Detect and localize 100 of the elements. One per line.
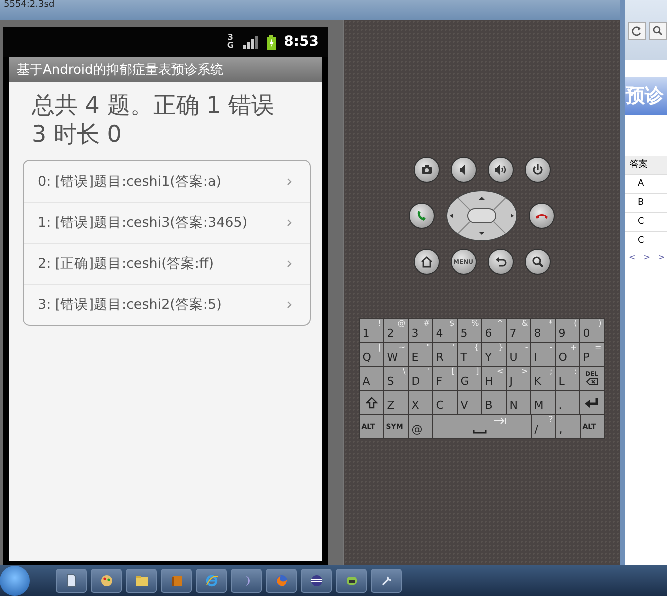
- keyboard-key[interactable]: S \: [384, 367, 408, 390]
- home-button[interactable]: [414, 249, 440, 275]
- taskbar-button[interactable]: [371, 568, 402, 592]
- result-row[interactable]: 2: [正确]题目:ceshi(答案:ff): [24, 243, 310, 284]
- keyboard-key[interactable]: W ~: [384, 343, 408, 366]
- signal-icon: [243, 36, 260, 48]
- keyboard-key[interactable]: C: [433, 391, 457, 414]
- keyboard-key[interactable]: E ": [408, 343, 432, 366]
- chevron-icon: [287, 219, 292, 227]
- house-icon: [420, 255, 434, 269]
- keyboard-key[interactable]: Y }: [482, 343, 506, 366]
- taskbar-button[interactable]: [301, 568, 332, 592]
- keyboard-key[interactable]: D ': [408, 367, 432, 390]
- result-row[interactable]: 0: [错误]题目:ceshi1(答案:a): [24, 161, 310, 202]
- e-logo-icon: [204, 574, 218, 588]
- power-icon: [530, 163, 544, 177]
- taskbar-button[interactable]: [336, 568, 367, 592]
- result-row[interactable]: 3: [错误]题目:ceshi2(答案:5): [24, 284, 310, 325]
- keyboard-key[interactable]: 3 #: [408, 319, 432, 342]
- paint-palette-icon: [100, 574, 114, 588]
- taskbar-button[interactable]: [56, 568, 87, 592]
- clock: 8:53: [284, 34, 319, 50]
- pager-link[interactable]: >: [644, 253, 650, 262]
- keyboard-key[interactable]: ,: [556, 415, 580, 438]
- table-cell: C: [625, 231, 667, 250]
- start-button[interactable]: [0, 566, 30, 596]
- keyboard-key[interactable]: H <: [482, 367, 506, 390]
- keyboard-key[interactable]: G ]: [458, 367, 482, 390]
- search-icon: [653, 26, 663, 36]
- keyboard-key[interactable]: J >: [506, 367, 530, 390]
- result-text: 0: [错误]题目:ceshi1(答案:a): [38, 172, 222, 190]
- document-icon: [64, 574, 78, 588]
- keyboard-key[interactable]: F [: [433, 367, 457, 390]
- keyboard-key[interactable]: 2 @: [384, 319, 408, 342]
- keyboard-key[interactable]: @: [408, 415, 432, 438]
- keyboard-key[interactable]: I -: [531, 343, 555, 366]
- keyboard-key[interactable]: K ;: [531, 367, 555, 390]
- volume-down-button[interactable]: [450, 157, 476, 183]
- chevron-icon: [287, 178, 292, 186]
- keyboard-key[interactable]: 1 !: [360, 319, 384, 342]
- keyboard-key[interactable]: P =: [580, 343, 604, 366]
- window-title: 5554:2.3sd: [4, 0, 55, 11]
- fox-globe-icon: [274, 574, 288, 588]
- end-call-button[interactable]: [529, 203, 555, 229]
- speaker-loud-icon: [494, 163, 508, 177]
- refresh-icon: [632, 26, 642, 36]
- back-button[interactable]: [488, 249, 514, 275]
- search-button[interactable]: [524, 249, 550, 275]
- keyboard-key[interactable]: O +: [556, 343, 580, 366]
- keyboard-key[interactable]: L :: [556, 367, 580, 390]
- keyboard-key[interactable]: .: [556, 391, 580, 414]
- keyboard-key[interactable]: X: [408, 391, 432, 414]
- taskbar-button[interactable]: [91, 568, 122, 592]
- refresh-button[interactable]: [628, 22, 646, 40]
- folder-icon: [134, 574, 148, 588]
- keyboard-key[interactable]: V: [458, 391, 482, 414]
- d-pad[interactable]: [446, 190, 518, 242]
- keyboard-key[interactable]: 7 &: [506, 319, 530, 342]
- camera-icon: [420, 163, 434, 177]
- page-heading: 预诊: [625, 77, 667, 115]
- enter-arrow-icon: [584, 396, 600, 408]
- result-text: 2: [正确]题目:ceshi(答案:ff): [38, 255, 214, 273]
- taskbar-button[interactable]: [126, 568, 157, 592]
- table-cell: A: [625, 174, 667, 193]
- keyboard-key[interactable]: 8 *: [531, 319, 555, 342]
- enter-key[interactable]: [580, 391, 604, 414]
- call-button[interactable]: [409, 203, 435, 229]
- keyboard-key[interactable]: 0 ): [580, 319, 604, 342]
- keyboard-key[interactable]: Q |: [360, 343, 384, 366]
- keyboard-key[interactable]: / ?: [532, 415, 556, 438]
- keyboard-key[interactable]: Z: [384, 391, 408, 414]
- pager-link[interactable]: <: [629, 253, 636, 262]
- backspace-icon: [586, 378, 598, 386]
- pager-link[interactable]: >: [658, 253, 666, 262]
- table-cell: C: [625, 212, 667, 231]
- keyboard-key[interactable]: N: [506, 391, 530, 414]
- camera-button[interactable]: [414, 157, 440, 183]
- chevron-icon: [287, 301, 292, 309]
- result-text: 1: [错误]题目:ceshi3(答案:3465): [38, 214, 248, 232]
- keyboard-key[interactable]: 5 %: [458, 319, 482, 342]
- power-button[interactable]: [524, 157, 550, 183]
- keyboard-key[interactable]: M: [531, 391, 555, 414]
- volume-up-button[interactable]: [488, 157, 514, 183]
- keyboard-key[interactable]: A: [360, 367, 384, 390]
- keyboard-key[interactable]: T {: [458, 343, 482, 366]
- back-arrow-icon: [494, 255, 508, 269]
- column-header: 答案: [625, 156, 667, 174]
- app-title-bar: 基于Android的抑郁症量表预诊系统: [9, 57, 322, 82]
- battery-icon: [267, 34, 276, 50]
- keyboard-key[interactable]: 6 ^: [482, 319, 506, 342]
- search-button[interactable]: [649, 22, 667, 40]
- keyboard-key[interactable]: U -: [506, 343, 530, 366]
- keyboard-key[interactable]: B: [482, 391, 506, 414]
- shift-key[interactable]: [360, 391, 384, 414]
- keyboard-key[interactable]: R ': [433, 343, 457, 366]
- keyboard-key[interactable]: 9 (: [556, 319, 580, 342]
- book-icon: [170, 574, 184, 588]
- phone-handset-icon: [415, 209, 429, 223]
- result-row[interactable]: 1: [错误]题目:ceshi3(答案:3465): [24, 202, 310, 243]
- keyboard-key[interactable]: 4 $: [433, 319, 457, 342]
